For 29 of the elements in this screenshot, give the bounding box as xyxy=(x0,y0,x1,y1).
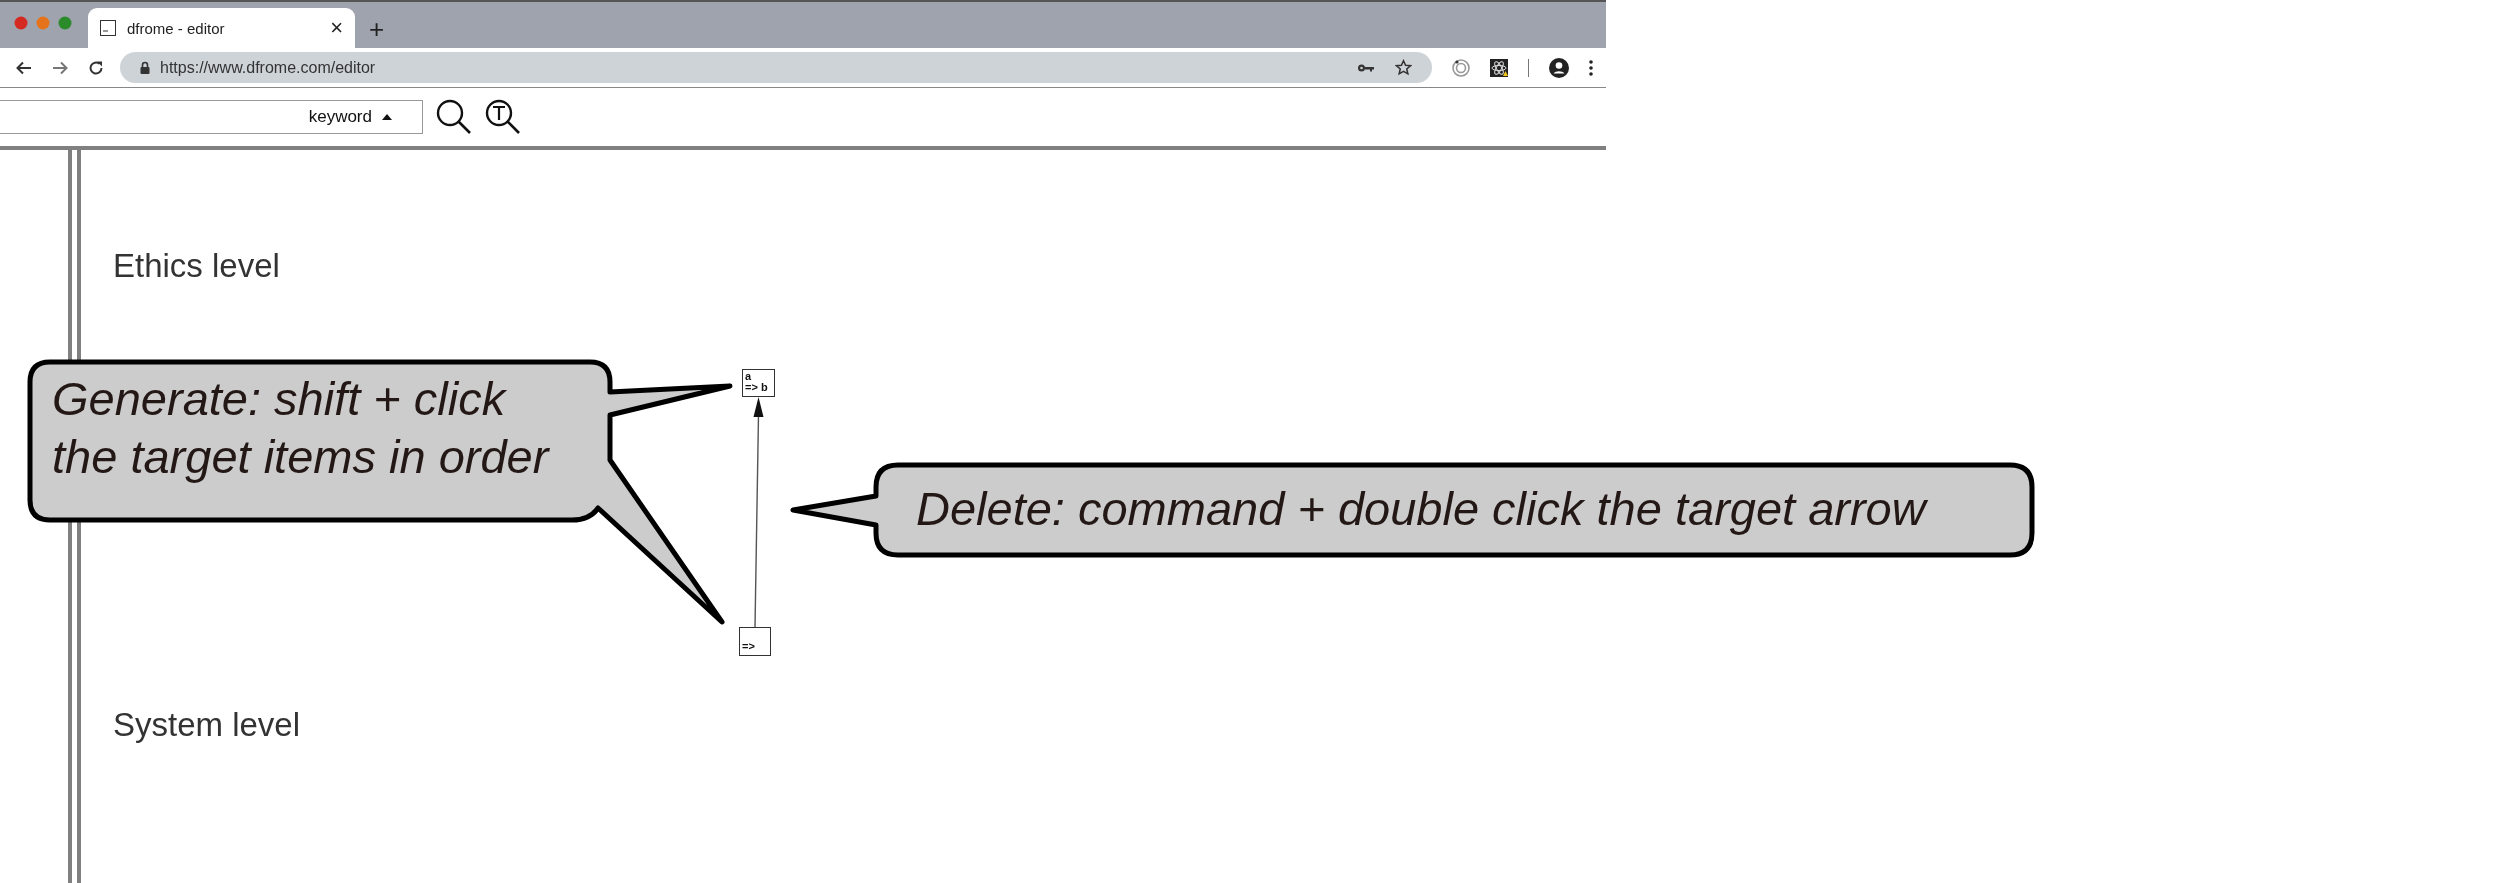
tab-title: dfrome - editor xyxy=(127,19,226,37)
profile-icon[interactable] xyxy=(1549,57,1569,78)
diagram-node[interactable]: a => b xyxy=(742,369,775,397)
target-icon[interactable] xyxy=(1452,58,1470,77)
level-label: Ethics level xyxy=(113,247,280,285)
browser-tab[interactable]: dfrome - editor × xyxy=(88,8,355,48)
new-tab-button[interactable]: + xyxy=(369,16,385,42)
menu-icon[interactable] xyxy=(1589,59,1593,76)
close-tab-button[interactable]: × xyxy=(330,17,343,39)
callout-text: Delete: command + double click the target arrow xyxy=(916,481,1926,537)
reload-icon[interactable] xyxy=(88,59,104,76)
search-icon[interactable] xyxy=(436,99,472,135)
atom-icon[interactable] xyxy=(1490,58,1508,77)
diagram-node[interactable]: => xyxy=(739,627,771,656)
key-icon[interactable] xyxy=(1357,62,1375,73)
text-search-icon[interactable] xyxy=(485,99,521,135)
lock-icon xyxy=(140,61,150,74)
arrow[interactable] xyxy=(753,397,764,628)
back-icon[interactable] xyxy=(16,60,32,75)
caret-icon xyxy=(382,114,392,120)
url-text: https://www.dfrome.com/editor xyxy=(160,58,376,77)
level-label: System level xyxy=(113,706,301,744)
keyword-dropdown[interactable]: keyword xyxy=(302,107,422,127)
star-icon[interactable] xyxy=(1395,59,1412,76)
search-field[interactable]: keyword xyxy=(0,100,423,134)
page-icon xyxy=(100,20,116,36)
forward-icon[interactable] xyxy=(52,60,68,75)
callout-text: Generate: shift + click the target items in order xyxy=(52,371,549,485)
address-bar[interactable]: https://www.dfrome.com/editor xyxy=(120,52,1432,83)
